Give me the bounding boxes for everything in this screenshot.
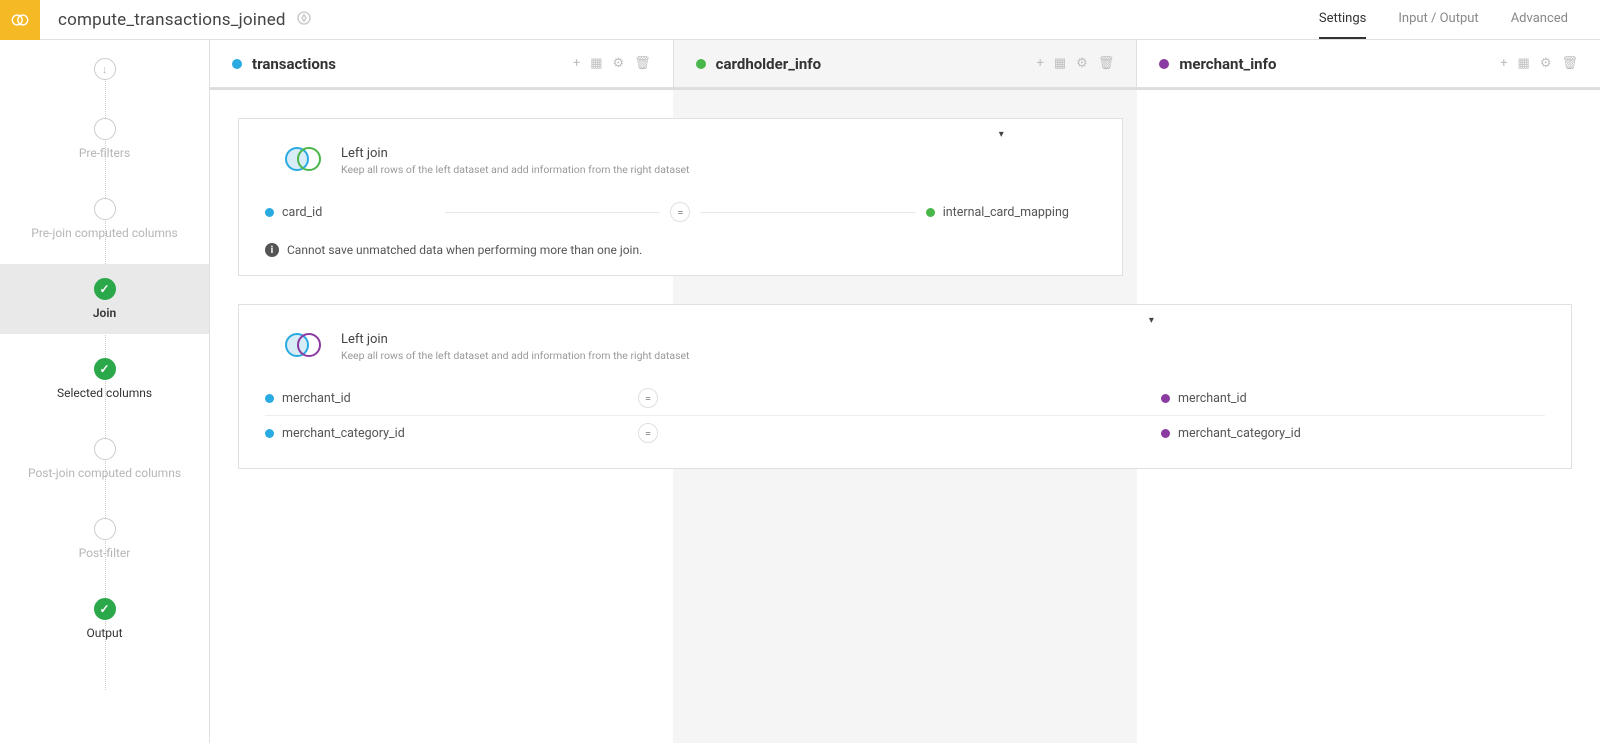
- add-icon[interactable]: +: [1036, 56, 1043, 71]
- dataset-col-merchant: merchant_info + ▦ ⚙ 🗑: [1137, 40, 1600, 87]
- tab-advanced[interactable]: Advanced: [1511, 0, 1568, 39]
- top-bar: compute_transactions_joined Settings Inp…: [0, 0, 1600, 40]
- step-pre-filters[interactable]: Pre-filters: [0, 118, 209, 160]
- field-dot: [1161, 394, 1170, 403]
- gear-icon[interactable]: ⚙: [613, 56, 625, 71]
- field-dot: [265, 394, 274, 403]
- dataset-dot: [696, 59, 706, 69]
- operator-badge[interactable]: =: [638, 388, 658, 408]
- right-field: merchant_category_id: [1178, 426, 1301, 441]
- right-field: merchant_id: [1178, 391, 1247, 406]
- step-post-filter[interactable]: Post-filter: [0, 518, 209, 560]
- join-type-desc: Keep all rows of the left dataset and ad…: [341, 349, 690, 362]
- add-icon[interactable]: +: [1500, 56, 1507, 71]
- info-icon: i: [265, 243, 279, 257]
- dataset-dot: [1159, 59, 1169, 69]
- step-prejoin-computed[interactable]: Pre-join computed columns: [0, 198, 209, 240]
- table-icon[interactable]: ▦: [1054, 56, 1066, 71]
- trash-icon[interactable]: 🗑: [634, 56, 651, 71]
- join-type-desc: Keep all rows of the left dataset and ad…: [341, 163, 690, 176]
- join-type-label: Left join: [341, 146, 690, 161]
- tab-input-output[interactable]: Input / Output: [1398, 0, 1478, 39]
- join-condition[interactable]: merchant_category_id = merchant_category…: [265, 416, 1545, 450]
- collapse-caret-icon[interactable]: ▾: [999, 129, 1004, 140]
- table-icon[interactable]: ▦: [1518, 56, 1530, 71]
- field-dot: [926, 208, 935, 217]
- operator-badge[interactable]: =: [638, 423, 658, 443]
- step-join[interactable]: Join: [0, 264, 209, 334]
- dataset-dot: [232, 59, 242, 69]
- field-dot: [1161, 429, 1170, 438]
- left-field: merchant_id: [282, 391, 351, 406]
- left-field: card_id: [282, 205, 322, 220]
- main-area: transactions + ▦ ⚙ 🗑 cardholder_info + ▦…: [210, 40, 1600, 743]
- gear-icon[interactable]: ⚙: [1076, 56, 1088, 71]
- right-field: internal_card_mapping: [943, 205, 1069, 220]
- collapse-caret-icon[interactable]: ▾: [1149, 315, 1154, 326]
- left-stepper: Pre-filters Pre-join computed columns Jo…: [0, 40, 210, 743]
- venn-icon: [283, 145, 323, 177]
- dataset-name: merchant_info: [1179, 55, 1276, 73]
- dataset-col-cardholder: cardholder_info + ▦ ⚙ 🗑: [674, 40, 1138, 87]
- page-title: compute_transactions_joined: [58, 10, 286, 30]
- venn-icon: [283, 331, 323, 363]
- step-selected-columns[interactable]: Selected columns: [0, 358, 209, 400]
- recipe-join-icon: [0, 0, 40, 40]
- join-condition[interactable]: merchant_id = merchant_id: [265, 381, 1545, 415]
- step-postjoin-computed[interactable]: Post-join computed columns: [0, 438, 209, 480]
- join-card-1[interactable]: ▾ Left join Keep all rows of the left da…: [238, 118, 1123, 276]
- table-icon[interactable]: ▦: [590, 56, 602, 71]
- dataset-headers: transactions + ▦ ⚙ 🗑 cardholder_info + ▦…: [210, 40, 1600, 88]
- field-dot: [265, 429, 274, 438]
- join-card-2[interactable]: ▾ Left join Keep all rows of the left da…: [238, 304, 1572, 469]
- tag-icon[interactable]: [296, 10, 312, 30]
- join-type-label: Left join: [341, 332, 690, 347]
- operator-badge[interactable]: =: [670, 202, 690, 222]
- trash-icon[interactable]: 🗑: [1098, 56, 1115, 71]
- top-tabs: Settings Input / Output Advanced: [1319, 0, 1600, 39]
- dataset-col-transactions: transactions + ▦ ⚙ 🗑: [210, 40, 674, 87]
- dataset-name: transactions: [252, 55, 336, 73]
- dataset-name: cardholder_info: [716, 55, 821, 73]
- step-output[interactable]: Output: [0, 598, 209, 640]
- join-note: i Cannot save unmatched data when perfor…: [265, 243, 1096, 257]
- step-start[interactable]: [0, 58, 209, 80]
- gear-icon[interactable]: ⚙: [1540, 56, 1552, 71]
- trash-icon[interactable]: 🗑: [1562, 56, 1579, 71]
- left-field: merchant_category_id: [282, 426, 405, 441]
- field-dot: [265, 208, 274, 217]
- join-condition[interactable]: card_id = internal_card_mapping: [265, 195, 1096, 229]
- add-icon[interactable]: +: [573, 56, 580, 71]
- tab-settings[interactable]: Settings: [1319, 0, 1366, 39]
